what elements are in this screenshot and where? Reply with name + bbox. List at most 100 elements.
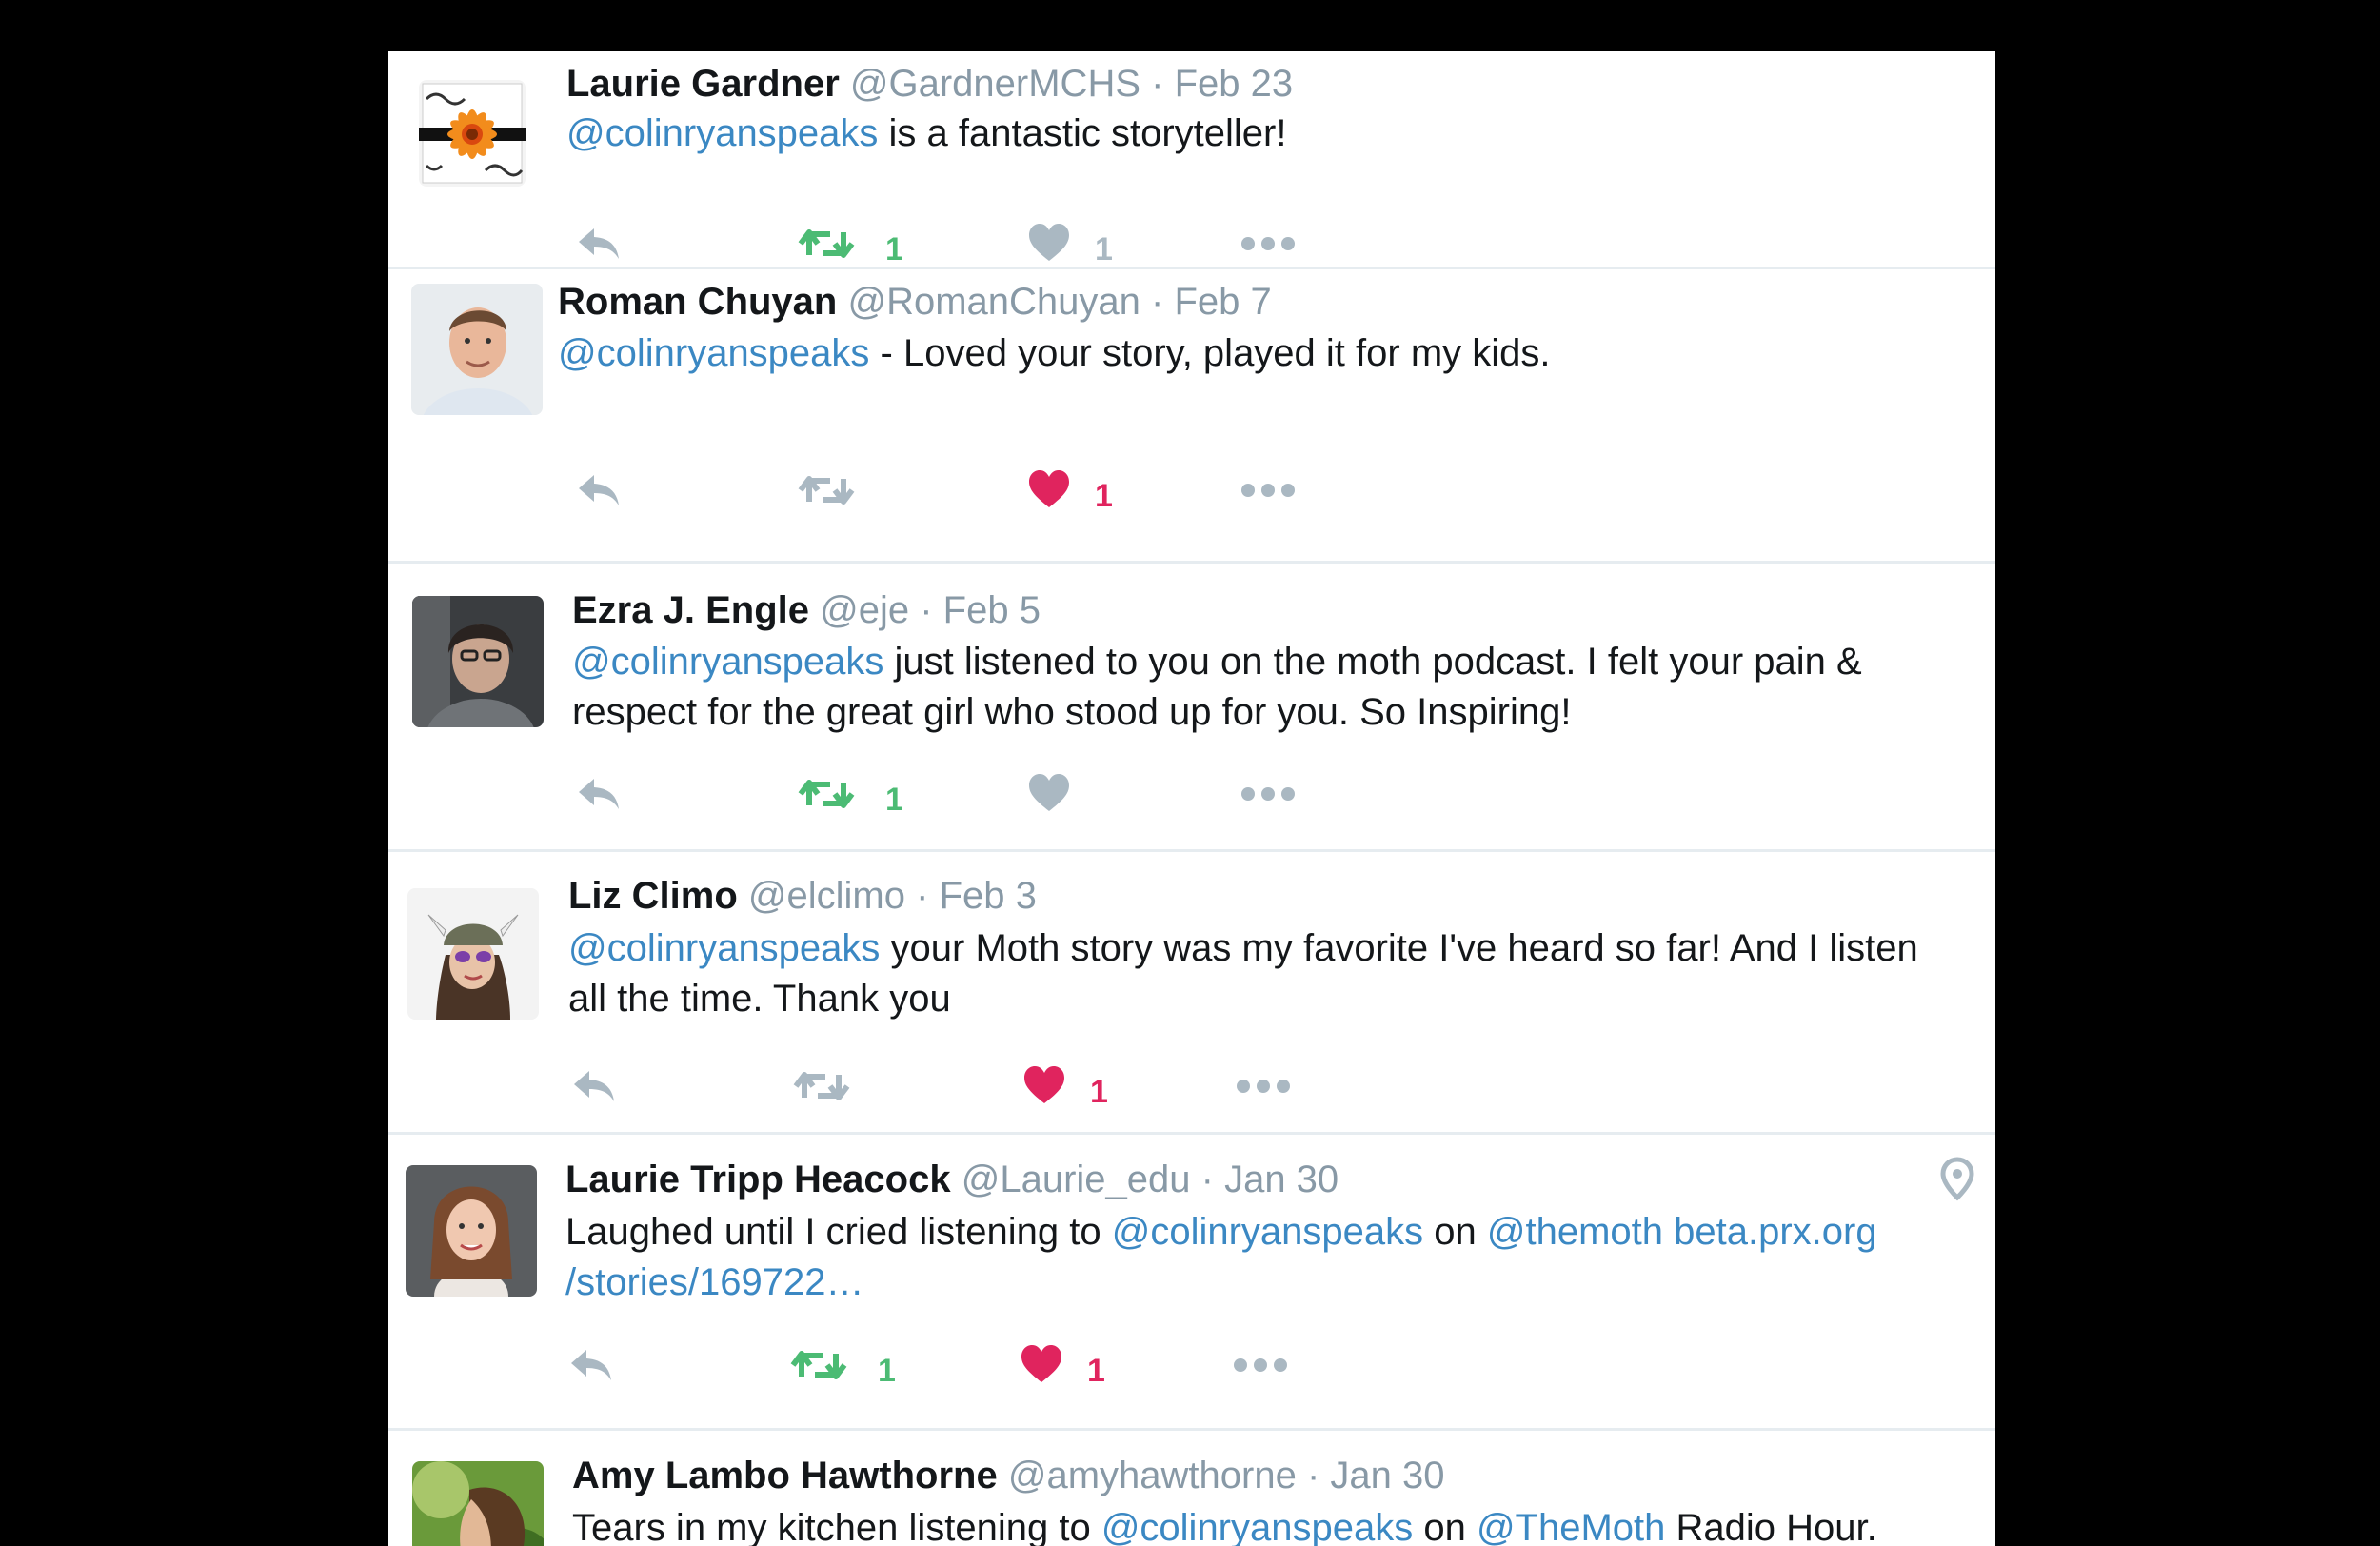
retweet-button[interactable] xyxy=(798,771,855,828)
like-button[interactable] xyxy=(1026,467,1072,525)
retweet-button[interactable] xyxy=(790,1342,847,1399)
display-name[interactable]: Amy Lambo Hawthorne xyxy=(572,1455,998,1496)
heart-icon xyxy=(1021,1345,1061,1382)
text-segment: all the time. Thank you xyxy=(568,978,951,1020)
tweet[interactable]: Amy Lambo Hawthorne @amyhawthorne · Jan … xyxy=(388,1431,1995,1546)
reply-icon xyxy=(574,1071,614,1101)
like-button[interactable] xyxy=(1026,771,1072,828)
like-button[interactable] xyxy=(1019,1342,1064,1399)
like-count: 1 xyxy=(1087,1353,1105,1389)
reply-button[interactable] xyxy=(575,771,623,828)
text-segment: - Loved your story, played it for my kid… xyxy=(869,332,1551,374)
more-button[interactable] xyxy=(1232,1342,1289,1399)
heart-icon xyxy=(1029,774,1069,811)
tweet-date[interactable]: Feb 5 xyxy=(943,589,1041,631)
text-segment: Laughed until I cried listening to xyxy=(565,1211,1112,1253)
like-count: 1 xyxy=(1095,478,1113,514)
tweet[interactable]: Laurie Tripp Heacock @Laurie_edu · Jan 3… xyxy=(388,1135,1995,1428)
mention-link[interactable]: @TheMoth xyxy=(1477,1507,1665,1546)
mention-link[interactable]: @colinryanspeaks xyxy=(558,332,869,374)
reply-button[interactable] xyxy=(570,1063,618,1120)
avatar[interactable] xyxy=(419,80,526,187)
retweet-count: 1 xyxy=(878,1353,896,1389)
retweet-button[interactable] xyxy=(793,1063,850,1120)
retweet-icon xyxy=(790,1351,847,1379)
user-handle[interactable]: @eje xyxy=(820,589,909,631)
display-name[interactable]: Roman Chuyan xyxy=(558,281,837,323)
more-button[interactable] xyxy=(1235,1063,1292,1120)
sunflower-avatar-icon xyxy=(419,80,526,187)
user-handle[interactable]: @Laurie_edu xyxy=(962,1159,1191,1200)
reply-icon xyxy=(579,228,619,259)
url-link[interactable]: beta.prx.org xyxy=(1674,1211,1876,1253)
display-name[interactable]: Liz Climo xyxy=(568,875,738,917)
like-button[interactable] xyxy=(1021,1063,1067,1120)
location-pin-icon xyxy=(1940,1157,1974,1201)
viking-helmet-avatar-icon xyxy=(407,888,539,1020)
user-handle[interactable]: @elclimo xyxy=(748,875,905,917)
retweet-count: 1 xyxy=(885,782,903,818)
reply-button[interactable] xyxy=(575,467,623,525)
more-button[interactable] xyxy=(1240,467,1297,525)
more-dots-icon xyxy=(1234,1358,1287,1372)
retweet-icon xyxy=(798,476,855,505)
heart-icon xyxy=(1024,1066,1064,1103)
user-handle[interactable]: @GardnerMCHS xyxy=(850,63,1140,105)
retweet-button[interactable] xyxy=(798,467,855,525)
retweet-icon xyxy=(798,780,855,808)
avatar[interactable] xyxy=(412,1461,544,1546)
tweet-text: @colinryanspeaks is a fantastic storytel… xyxy=(566,109,1937,159)
display-name[interactable]: Ezra J. Engle xyxy=(572,589,809,631)
display-name[interactable]: Laurie Gardner xyxy=(566,63,840,105)
man-avatar-icon xyxy=(412,596,544,727)
more-button[interactable] xyxy=(1240,771,1297,828)
tweet-date[interactable]: Feb 23 xyxy=(1175,63,1294,105)
retweet-count: 1 xyxy=(885,231,903,268)
avatar[interactable] xyxy=(407,888,539,1020)
reply-icon xyxy=(579,779,619,809)
mention-link[interactable]: @colinryanspeaks xyxy=(1112,1211,1423,1253)
tweet-date[interactable]: Jan 30 xyxy=(1224,1159,1339,1200)
like-count: 1 xyxy=(1095,231,1113,268)
text-segment: respect for the great girl who stood up … xyxy=(572,691,1572,733)
tweet-date[interactable]: Feb 3 xyxy=(940,875,1037,917)
separator-dot: · xyxy=(1200,1159,1214,1200)
heart-icon xyxy=(1029,470,1069,507)
more-dots-icon xyxy=(1241,787,1295,801)
mention-link[interactable]: @themoth xyxy=(1487,1211,1663,1253)
user-handle[interactable]: @amyhawthorne xyxy=(1008,1455,1297,1496)
tweet[interactable]: Roman Chuyan @RomanChuyan · Feb 7 @colin… xyxy=(388,269,1995,561)
tweet[interactable]: Laurie Gardner @GardnerMCHS · Feb 23 @co… xyxy=(388,51,1995,268)
avatar[interactable] xyxy=(406,1165,537,1297)
mention-link[interactable]: @colinryanspeaks xyxy=(572,641,883,683)
tweet-feed: Laurie Gardner @GardnerMCHS · Feb 23 @co… xyxy=(388,51,1995,1546)
tweet-text: @colinryanspeaks - Loved your story, pla… xyxy=(558,328,1929,379)
display-name[interactable]: Laurie Tripp Heacock xyxy=(565,1159,951,1200)
url-link[interactable]: /stories/169722… xyxy=(565,1261,864,1303)
tweet[interactable]: Liz Climo @elclimo · Feb 3 @colinryanspe… xyxy=(388,852,1995,1132)
avatar[interactable] xyxy=(411,284,543,415)
tweet-text: Laughed until I cried listening to @coli… xyxy=(565,1207,1936,1308)
tweet-date[interactable]: Jan 30 xyxy=(1330,1455,1444,1496)
avatar[interactable] xyxy=(412,596,544,727)
text-segment: just listened to you on the moth podcast… xyxy=(883,641,1862,683)
reply-button[interactable] xyxy=(567,1342,615,1399)
reply-icon xyxy=(579,475,619,505)
tweet-text: @colinryanspeaks just listened to you on… xyxy=(572,637,1943,738)
reply-icon xyxy=(571,1350,611,1380)
tweet-actions: 1 1 xyxy=(388,1342,1995,1399)
tweet-date[interactable]: Feb 7 xyxy=(1174,281,1271,323)
more-dots-icon xyxy=(1237,1080,1290,1093)
mention-link[interactable]: @colinryanspeaks xyxy=(1101,1507,1413,1546)
text-segment: on xyxy=(1413,1507,1477,1546)
mention-link[interactable]: @colinryanspeaks xyxy=(566,112,878,154)
text-segment: on xyxy=(1423,1211,1487,1253)
man-avatar-icon xyxy=(411,284,543,415)
location-pin[interactable] xyxy=(1938,1156,1976,1201)
mention-link[interactable]: @colinryanspeaks xyxy=(568,927,880,969)
more-dots-icon xyxy=(1241,237,1295,250)
tweet[interactable]: Ezra J. Engle @eje · Feb 5 @colinryanspe… xyxy=(388,564,1995,849)
text-segment: Radio Hour. xyxy=(1665,1507,1877,1546)
woman-avatar-icon xyxy=(412,1461,544,1546)
user-handle[interactable]: @RomanChuyan xyxy=(847,281,1140,323)
